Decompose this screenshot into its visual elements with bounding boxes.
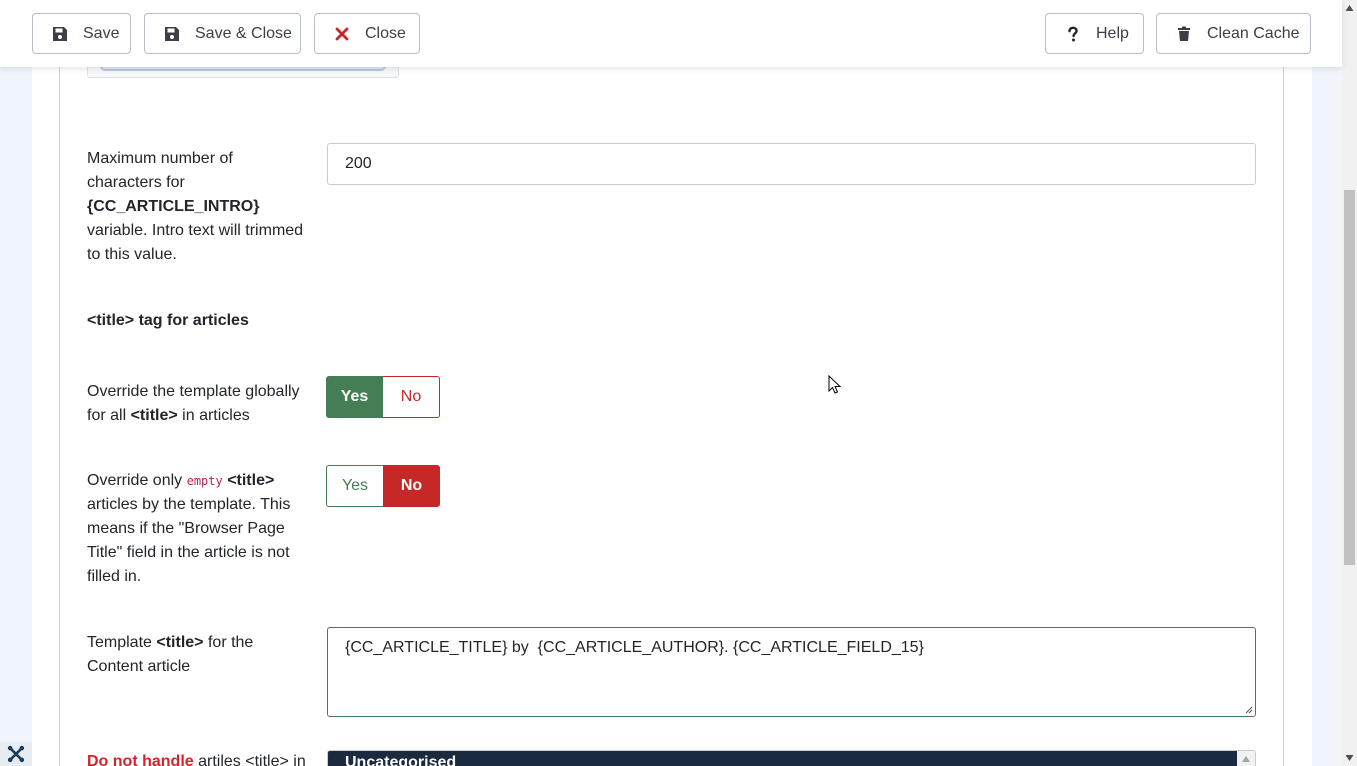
do-not-handle-label-suffix: artiles <title> in: [198, 753, 306, 766]
page-scrollbar[interactable]: [1342, 0, 1357, 766]
override-global-tag: <title>: [130, 407, 178, 424]
template-title-textarea[interactable]: {CC_ARTICLE_TITLE} by {CC_ARTICLE_AUTHOR…: [327, 627, 1256, 717]
override-empty-label-suffix: articles by the template. This means if …: [87, 496, 291, 585]
max-chars-label-text: Maximum number of characters for: [87, 150, 233, 191]
scroll-up-arrow-icon[interactable]: [1345, 4, 1354, 12]
selected-category-option[interactable]: Uncategorised: [328, 751, 1238, 766]
max-chars-input[interactable]: 200: [327, 143, 1256, 185]
template-title-label: Template <title> for the Content article: [87, 631, 309, 679]
override-global-label-suffix: in articles: [182, 407, 250, 424]
max-chars-value: 200: [345, 155, 372, 172]
floppy-disk-icon: [163, 25, 181, 43]
override-empty-label-text: Override only: [87, 472, 183, 489]
override-empty-yes[interactable]: Yes: [326, 465, 383, 507]
override-empty-label: Override only empty <title> articles by …: [87, 469, 309, 589]
multiselect-scrollbar[interactable]: [1237, 751, 1255, 766]
override-global-no[interactable]: No: [383, 376, 440, 418]
max-chars-label: Maximum number of characters for {CC_ART…: [87, 147, 309, 267]
max-chars-label-suffix: variable. Intro text will trimmed to thi…: [87, 222, 304, 263]
scrollbar-thumb[interactable]: [1344, 190, 1355, 565]
save-button[interactable]: Save: [32, 13, 131, 54]
title-tag-heading: <title> tag for articles: [87, 312, 249, 329]
floppy-disk-icon: [51, 25, 69, 43]
override-empty-toggle: Yes No: [326, 465, 440, 507]
help-label: Help: [1096, 24, 1129, 42]
close-icon: [333, 25, 351, 43]
categories-multiselect[interactable]: Uncategorised: [327, 750, 1256, 766]
close-button[interactable]: Close: [314, 13, 420, 54]
template-title-label-text: Template: [87, 634, 152, 651]
override-global-toggle: Yes No: [326, 376, 440, 418]
close-label: Close: [365, 24, 406, 42]
joomla-logo-icon[interactable]: [0, 742, 32, 766]
max-chars-variable: {CC_ARTICLE_INTRO}: [87, 198, 260, 215]
template-title-value: {CC_ARTICLE_TITLE} by {CC_ARTICLE_AUTHOR…: [345, 639, 924, 656]
scroll-down-arrow-icon[interactable]: [1345, 754, 1354, 762]
save-close-label: Save & Close: [195, 24, 292, 42]
override-empty-tag: <title>: [227, 472, 275, 489]
clean-cache-button[interactable]: Clean Cache: [1156, 13, 1311, 54]
do-not-handle-label: Do not handle artiles <title> in: [87, 750, 322, 766]
template-title-tag: <title>: [156, 634, 204, 651]
clean-cache-label: Clean Cache: [1207, 24, 1300, 42]
help-button[interactable]: Help: [1045, 13, 1144, 54]
trash-icon: [1175, 25, 1193, 43]
override-empty-code: empty: [186, 474, 223, 488]
override-global-yes[interactable]: Yes: [326, 376, 383, 418]
toolbar: Save Save & Close Close Help Clean Cache: [0, 0, 1342, 67]
resize-handle-icon[interactable]: [1245, 706, 1253, 714]
override-global-label: Override the template globally for all <…: [87, 380, 309, 428]
page: Save Save & Close Close Help Clean Cache: [0, 0, 1357, 766]
mouse-cursor-icon: [828, 375, 842, 394]
save-close-button[interactable]: Save & Close: [144, 13, 301, 54]
scroll-up-arrow-icon[interactable]: [1241, 755, 1251, 763]
do-not-handle-emphasis: Do not handle: [87, 753, 194, 766]
question-mark-icon: [1064, 25, 1082, 43]
save-label: Save: [83, 24, 120, 42]
override-empty-no[interactable]: No: [383, 465, 440, 507]
